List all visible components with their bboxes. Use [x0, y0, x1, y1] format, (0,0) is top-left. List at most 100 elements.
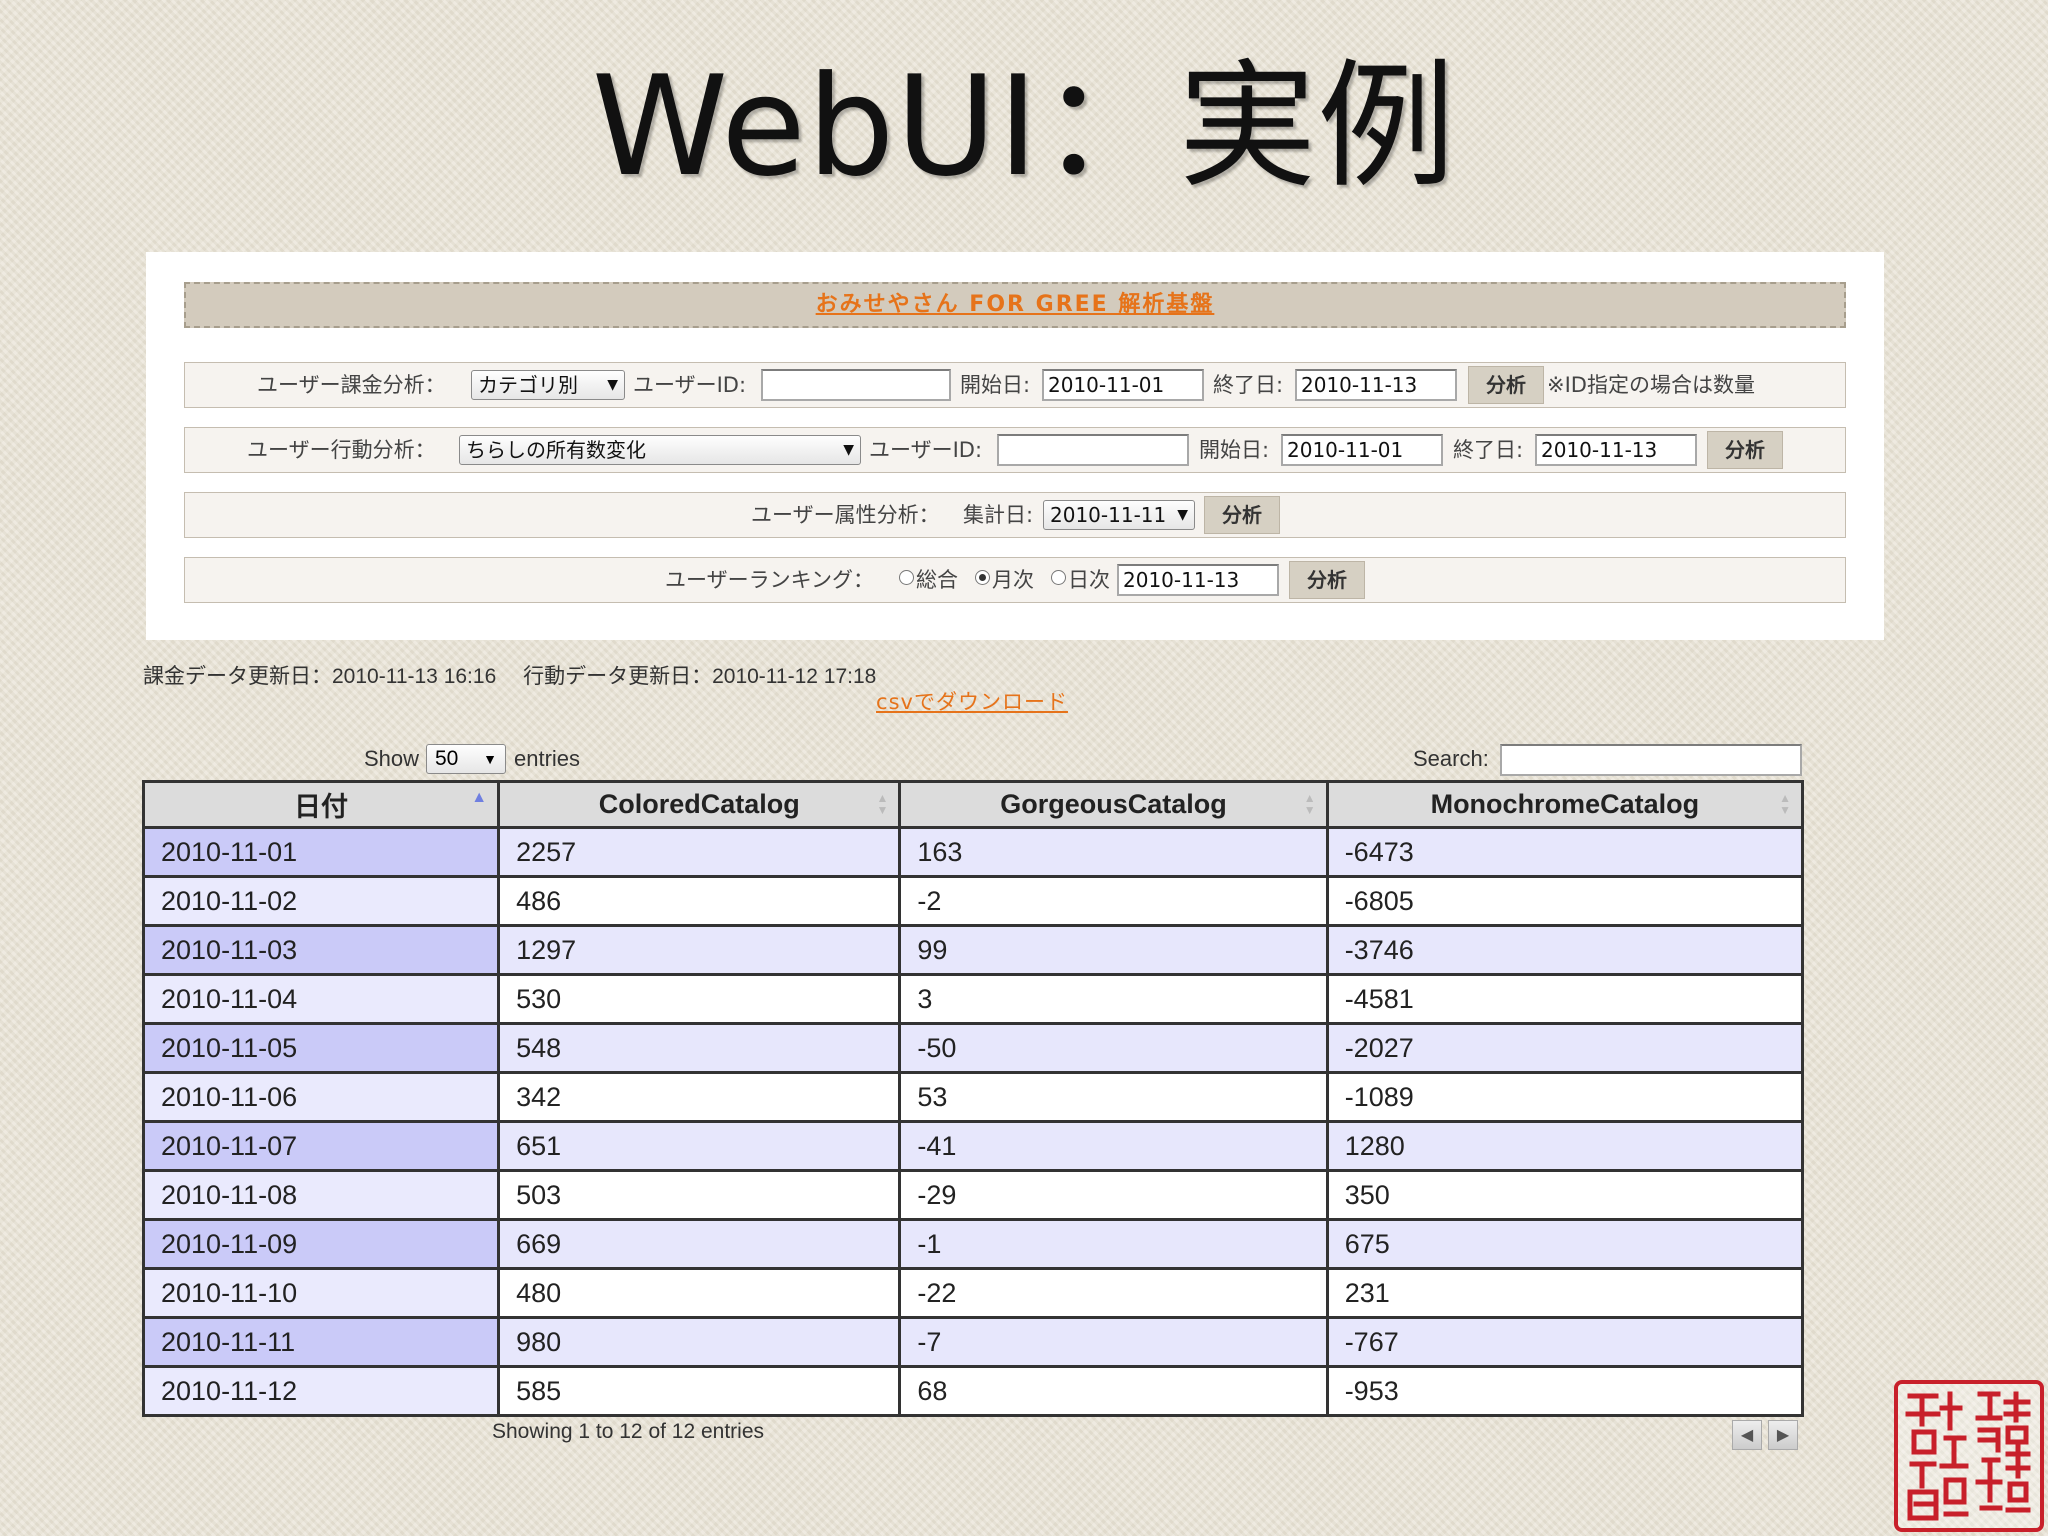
previous-page-button[interactable]: ◀	[1732, 1420, 1762, 1450]
table-cell: -1089	[1325, 1071, 1805, 1123]
ranking-analyze-button[interactable]: 分析	[1289, 561, 1365, 599]
billing-user-id-input[interactable]	[761, 369, 951, 401]
entries-length-select[interactable]: 50 ▼	[426, 744, 506, 774]
column-header-monochrome[interactable]: MonochromeCatalog ▲ ▼	[1325, 780, 1805, 829]
ranking-date-input[interactable]: 2010-11-13	[1117, 564, 1279, 596]
aggregate-date-label: 集計日:	[963, 503, 1034, 527]
aggregate-date-value: 2010-11-11	[1050, 503, 1167, 527]
data-table: 日付 ▲ ColoredCatalog ▲ ▼ GorgeousCatalog ▲ ▼ M…	[141, 780, 1805, 1417]
column-header-date[interactable]: 日付 ▲	[141, 780, 501, 829]
table-row: 2010-11-02 486 -2 -6805	[141, 875, 1805, 927]
end-date-label: 終了日:	[1213, 373, 1284, 397]
panel-header: おみせやさん FOR GREE 解析基盤	[184, 282, 1846, 328]
seal-icon	[1905, 1391, 2031, 1521]
table-cell: 350	[1325, 1169, 1805, 1221]
radio-icon	[1051, 570, 1066, 585]
radio-total[interactable]: 総合	[899, 558, 958, 602]
table-cell: 2010-11-01	[141, 826, 501, 878]
table-cell: -29	[898, 1169, 1329, 1221]
table-cell: 2010-11-10	[141, 1267, 501, 1319]
next-page-button[interactable]: ▶	[1768, 1420, 1798, 1450]
table-cell: 2257	[497, 826, 902, 878]
behavior-end-date-input[interactable]: 2010-11-13	[1535, 434, 1697, 466]
sort-both-icon: ▲ ▼	[1303, 791, 1316, 817]
entries-length-value: 50	[435, 747, 459, 770]
arrow-left-icon: ◀	[1740, 1425, 1754, 1444]
analysis-panel: おみせやさん FOR GREE 解析基盤 ユーザー課金分析： カテゴリ別 ▼ ユ…	[146, 252, 1884, 640]
show-label: Show	[364, 746, 420, 771]
id-note: ※ID指定の場合は数量	[1547, 373, 1755, 397]
billing-category-select[interactable]: カテゴリ別 ▼	[471, 370, 625, 400]
attribute-analyze-button[interactable]: 分析	[1204, 496, 1280, 534]
table-cell: 2010-11-02	[141, 875, 501, 927]
behavior-metric-select[interactable]: ちらしの所有数変化 ▼	[459, 435, 861, 465]
table-cell: 585	[497, 1365, 902, 1417]
table-cell: 2010-11-11	[141, 1316, 501, 1368]
table-cell: 53	[898, 1071, 1329, 1123]
seal-stamp	[1894, 1380, 2044, 1532]
billing-analyze-button[interactable]: 分析	[1468, 366, 1544, 404]
end-date-label: 終了日:	[1453, 438, 1524, 462]
sort-both-icon: ▲ ▼	[876, 791, 889, 817]
behavior-metric-value: ちらしの所有数変化	[466, 438, 646, 462]
user-id-label: ユーザーID:	[869, 438, 983, 462]
table-header-row: 日付 ▲ ColoredCatalog ▲ ▼ GorgeousCatalog ▲ ▼ M…	[141, 780, 1805, 829]
billing-start-date-input[interactable]: 2010-11-01	[1042, 369, 1204, 401]
table-row: 2010-11-05 548 -50 -2027	[141, 1022, 1805, 1074]
attribute-analysis-row: ユーザー属性分析： 集計日: 2010-11-11 ▼ 分析	[184, 492, 1846, 538]
table-row: 2010-11-07 651 -41 1280	[141, 1120, 1805, 1172]
sort-asc-icon: ▲	[471, 789, 488, 806]
table-cell: -2	[898, 875, 1329, 927]
behavior-analysis-row: ユーザー行動分析： ちらしの所有数変化 ▼ ユーザーID: 開始日: 2010-…	[184, 427, 1846, 473]
table-body: 2010-11-01 2257 163 -6473 2010-11-02 486 -2 -68…	[141, 826, 1805, 1417]
slide-title: WebUI：実例	[591, 46, 1457, 207]
table-row: 2010-11-04 530 3 -4581	[141, 973, 1805, 1025]
column-header-colored[interactable]: ColoredCatalog ▲ ▼	[497, 780, 902, 829]
table-cell: 480	[497, 1267, 902, 1319]
table-cell: -2027	[1325, 1022, 1805, 1074]
radio-total-label: 総合	[916, 568, 958, 592]
ranking-label: ユーザーランキング：	[665, 568, 874, 592]
billing-analysis-label: ユーザー課金分析：	[257, 373, 446, 397]
column-header-label: GorgeousCatalog	[1000, 789, 1227, 819]
ranking-row: ユーザーランキング： 総合 月次 日次 2010-11-13 分析	[184, 557, 1846, 603]
aggregate-date-select[interactable]: 2010-11-11 ▼	[1043, 500, 1195, 530]
table-cell: 486	[497, 875, 902, 927]
table-cell: 530	[497, 973, 902, 1025]
table-cell: 163	[898, 826, 1329, 878]
radio-daily[interactable]: 日次	[1051, 558, 1110, 602]
csv-download-link[interactable]: csvでダウンロード	[0, 686, 1944, 716]
radio-monthly[interactable]: 月次	[975, 558, 1034, 602]
column-header-label: ColoredCatalog	[598, 789, 800, 819]
behavior-analyze-button[interactable]: 分析	[1707, 431, 1783, 469]
column-header-label: MonochromeCatalog	[1430, 789, 1700, 819]
table-cell: -41	[898, 1120, 1329, 1172]
table-cell: 2010-11-03	[141, 924, 501, 976]
dropdown-arrow-icon: ▼	[1177, 507, 1188, 523]
search-input[interactable]	[1500, 744, 1802, 776]
table-cell: 2010-11-09	[141, 1218, 501, 1270]
arrow-right-icon: ▶	[1776, 1425, 1790, 1444]
behavior-start-date-input[interactable]: 2010-11-01	[1281, 434, 1443, 466]
attribute-analysis-label: ユーザー属性分析：	[751, 503, 940, 527]
table-cell: 2010-11-05	[141, 1022, 501, 1074]
table-cell: -7	[898, 1316, 1329, 1368]
column-header-gorgeous[interactable]: GorgeousCatalog ▲ ▼	[898, 780, 1329, 829]
table-cell: 2010-11-06	[141, 1071, 501, 1123]
behavior-user-id-input[interactable]	[997, 434, 1189, 466]
table-cell: 2010-11-07	[141, 1120, 501, 1172]
table-cell: 99	[898, 924, 1329, 976]
table-cell: 548	[497, 1022, 902, 1074]
radio-daily-label: 日次	[1068, 568, 1110, 592]
billing-analysis-row: ユーザー課金分析： カテゴリ別 ▼ ユーザーID: 開始日: 2010-11-0…	[184, 362, 1846, 408]
header-link[interactable]: おみせやさん FOR GREE 解析基盤	[816, 292, 1215, 317]
radio-icon	[899, 570, 914, 585]
table-row: 2010-11-01 2257 163 -6473	[141, 826, 1805, 878]
table-cell: 2010-11-04	[141, 973, 501, 1025]
billing-end-date-input[interactable]: 2010-11-13	[1295, 369, 1457, 401]
table-cell: 2010-11-08	[141, 1169, 501, 1221]
behavior-analysis-label: ユーザー行動分析：	[247, 438, 436, 462]
column-header-label: 日付	[294, 792, 349, 822]
table-cell: 231	[1325, 1267, 1805, 1319]
table-cell: -4581	[1325, 973, 1805, 1025]
